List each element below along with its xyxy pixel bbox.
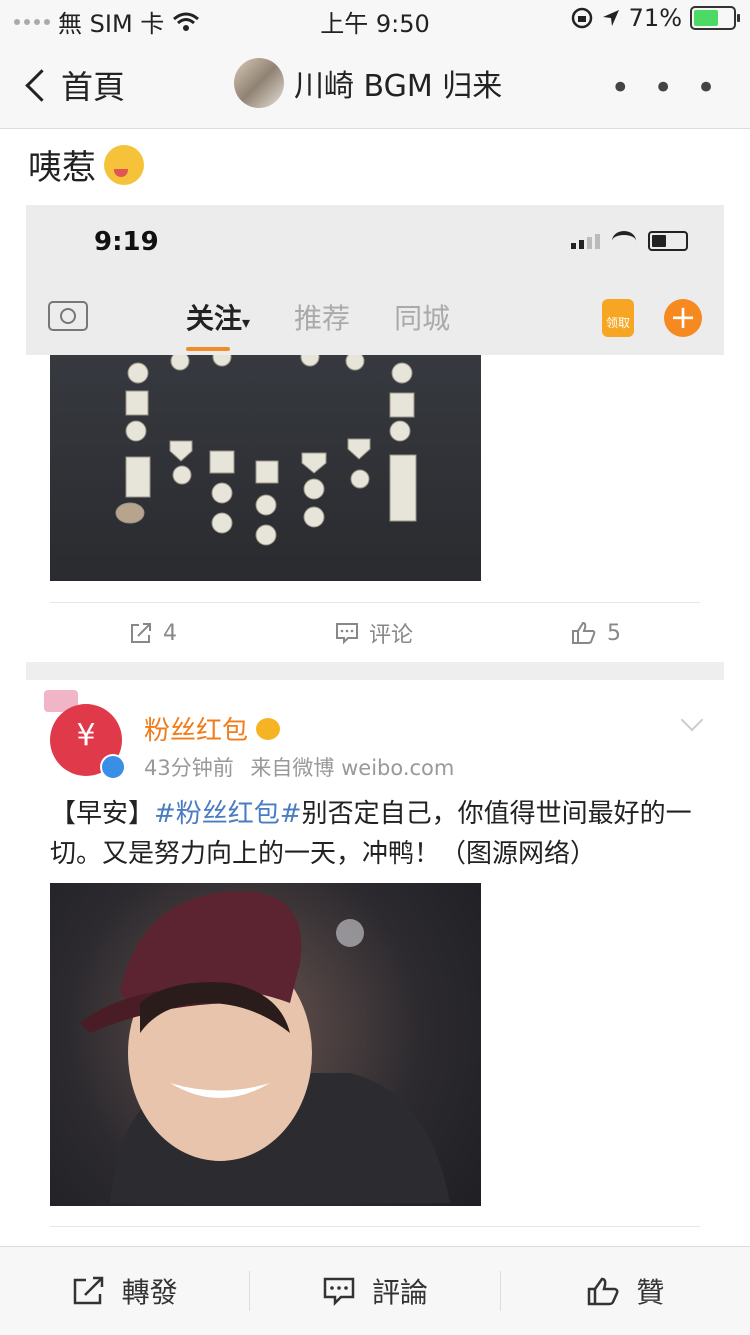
bottom-toolbar: 轉發 評論 贊 bbox=[0, 1246, 750, 1335]
post-text: 咦惹 bbox=[28, 140, 144, 189]
page-title-text: 川崎 BGM 归来 bbox=[294, 69, 503, 104]
card-separator bbox=[26, 662, 724, 680]
embedded-status-icons bbox=[571, 231, 688, 251]
like-button[interactable]: 5 bbox=[571, 621, 621, 646]
post-prefix: 【早安】 bbox=[50, 799, 155, 829]
like-label: 贊 bbox=[636, 1276, 665, 1309]
comment-icon bbox=[323, 1277, 355, 1306]
share-icon bbox=[130, 623, 151, 643]
artifact-photo[interactable] bbox=[50, 355, 481, 581]
battery-percent: 71% bbox=[628, 4, 682, 32]
battery-icon bbox=[648, 231, 688, 251]
wifi-icon bbox=[612, 231, 636, 251]
yummy-face-emoji-icon bbox=[104, 144, 144, 185]
divider bbox=[50, 1226, 700, 1229]
tab-recommend: 推荐 bbox=[294, 302, 351, 335]
status-bar: 無 SIM 卡 上午 9:50 71% bbox=[0, 0, 750, 40]
post-actions: 4 评论 5 bbox=[50, 602, 700, 663]
navigation-bar: 首頁 川崎 BGM 归来 • • • bbox=[0, 40, 750, 129]
portrait-illustration bbox=[80, 891, 450, 1203]
hashtag-link[interactable]: #粉丝红包# bbox=[154, 799, 302, 829]
battery-icon bbox=[690, 6, 740, 30]
back-label: 首頁 bbox=[61, 68, 126, 106]
cell-signal-icon bbox=[571, 233, 600, 249]
comment-icon bbox=[335, 623, 358, 645]
more-options-button[interactable]: • • • bbox=[610, 68, 722, 108]
post-meta: 43分钟前 来自微博 weibo.com bbox=[144, 752, 454, 782]
share-icon bbox=[73, 1276, 103, 1305]
post-time: 43分钟前 bbox=[144, 756, 234, 780]
repost-button[interactable]: 4 bbox=[129, 621, 177, 646]
thumbs-up-icon bbox=[588, 1277, 619, 1306]
camera-icon bbox=[48, 301, 88, 331]
post-photo[interactable] bbox=[50, 883, 481, 1206]
repost-count: 4 bbox=[162, 620, 177, 646]
embedded-time: 9:19 bbox=[94, 227, 159, 257]
comment-button[interactable]: 评论 bbox=[335, 617, 413, 649]
comment-label: 评论 bbox=[368, 623, 413, 648]
comment-button[interactable]: 評論 bbox=[250, 1271, 499, 1311]
like-count: 5 bbox=[606, 620, 621, 646]
tab-follow: 关注▾ bbox=[186, 297, 250, 351]
avatar[interactable] bbox=[234, 58, 284, 108]
thumbs-up-icon bbox=[571, 621, 596, 644]
jade-ornaments-illustration bbox=[115, 355, 417, 546]
chevron-left-icon bbox=[25, 68, 58, 102]
vip-crown-icon bbox=[256, 717, 281, 740]
tab-local: 同城 bbox=[394, 302, 451, 335]
plus-icon: + bbox=[664, 299, 702, 337]
chevron-down-icon[interactable] bbox=[680, 708, 704, 732]
post-body: 【早安】#粉丝红包#别否定自己，你值得世间最好的一切。又是努力向上的一天，冲鸭！… bbox=[50, 794, 700, 874]
repost-label: 轉發 bbox=[121, 1276, 178, 1309]
post-source: 来自微博 weibo.com bbox=[250, 756, 455, 780]
back-button[interactable]: 首頁 bbox=[22, 62, 125, 108]
author-name-text: 粉丝红包 bbox=[144, 716, 249, 746]
like-button[interactable]: 贊 bbox=[501, 1271, 750, 1311]
author-name[interactable]: 粉丝红包 bbox=[144, 710, 281, 747]
verified-badge-icon bbox=[100, 754, 126, 780]
location-arrow-icon bbox=[602, 10, 619, 26]
comment-label: 評論 bbox=[371, 1276, 428, 1309]
feed-tabs: 关注▾ 推荐 同城 bbox=[186, 297, 451, 351]
post-text-label: 咦惹 bbox=[28, 148, 96, 188]
embedded-screenshot-header: 9:19 关注▾ 推荐 同城 领取 + bbox=[26, 205, 724, 355]
status-right: 71% bbox=[571, 4, 740, 32]
repost-button[interactable]: 轉發 bbox=[0, 1271, 249, 1311]
rotation-lock-icon bbox=[571, 7, 592, 29]
red-packet-gift-icon: 领取 bbox=[602, 299, 634, 337]
page-title[interactable]: 川崎 BGM 归来 bbox=[234, 58, 502, 108]
